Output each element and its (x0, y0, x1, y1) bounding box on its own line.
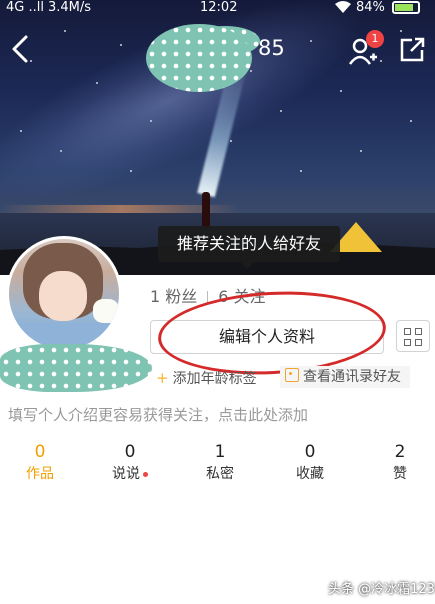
star (64, 30, 66, 32)
star (150, 120, 152, 122)
share-icon[interactable] (398, 36, 426, 64)
star (300, 170, 302, 172)
tab-count: 0 (34, 442, 46, 462)
contacts-icon (285, 368, 299, 382)
notification-badge: 1 (366, 30, 384, 48)
unread-dot (143, 471, 148, 477)
wifi-icon (334, 0, 352, 18)
signal-indicator: 4G ..ll (6, 0, 44, 15)
star (410, 120, 412, 122)
star (310, 40, 312, 42)
recommend-tooltip[interactable]: 推荐关注的人给好友 (158, 226, 340, 262)
tab-private[interactable]: 1 私密 (180, 442, 260, 483)
tab-posts[interactable]: 0 说说 (90, 442, 170, 483)
tab-likes[interactable]: 2 赞 (360, 442, 435, 483)
star (120, 44, 122, 46)
star (380, 60, 382, 62)
watermark: 头条 @冷冰霜123 (328, 582, 435, 597)
view-contacts-label: 查看通讯录好友 (303, 369, 401, 385)
tab-label: 私密 (206, 466, 234, 482)
star (280, 110, 282, 112)
battery-icon (392, 1, 420, 14)
battery-percent: 84% (356, 0, 385, 15)
fans-count[interactable]: 1 粉丝 (150, 287, 197, 306)
qr-code-icon[interactable] (396, 320, 430, 352)
star (20, 130, 22, 132)
add-age-tag[interactable]: + 添加年龄标签 (156, 368, 257, 388)
star (96, 82, 98, 84)
clock: 12:02 (200, 0, 238, 15)
tooltip-arrow (240, 262, 254, 269)
tab-favorites[interactable]: 0 收藏 (270, 442, 350, 483)
profile-tabs: 0 作品 0 说说 1 私密 0 收藏 2 赞 (0, 442, 435, 486)
star (130, 170, 132, 172)
username-redaction (146, 24, 252, 92)
star (230, 140, 232, 142)
add-age-tag-label: 添加年龄标签 (172, 371, 257, 387)
person-silhouette (202, 192, 210, 228)
tab-label: 赞 (393, 466, 407, 482)
tab-count: 2 (394, 442, 406, 462)
star (250, 70, 252, 72)
star (360, 150, 362, 152)
intro-placeholder[interactable]: 填写个人介绍更容易获得关注，点击此处添加 (8, 404, 308, 425)
tab-label: 收藏 (296, 466, 324, 482)
tab-count: 1 (214, 442, 226, 462)
tab-count: 0 (124, 442, 136, 462)
star (400, 30, 402, 32)
back-arrow-icon[interactable] (8, 34, 32, 64)
nickname-redaction (0, 344, 152, 392)
avatar[interactable] (6, 236, 122, 352)
star (340, 90, 342, 92)
status-bar: 4G ..ll 3.4M/s 12:02 84% (0, 0, 435, 20)
network-speed: 3.4M/s (48, 0, 92, 15)
title-count: 85 (258, 36, 285, 60)
star (60, 150, 62, 152)
tab-count: 0 (304, 442, 316, 462)
view-contacts-button[interactable]: 查看通讯录好友 (280, 366, 410, 388)
plus-icon: + (156, 369, 169, 387)
tab-works[interactable]: 0 作品 (0, 442, 80, 483)
tab-label: 作品 (26, 466, 54, 482)
tab-label: 说说 (112, 466, 140, 482)
